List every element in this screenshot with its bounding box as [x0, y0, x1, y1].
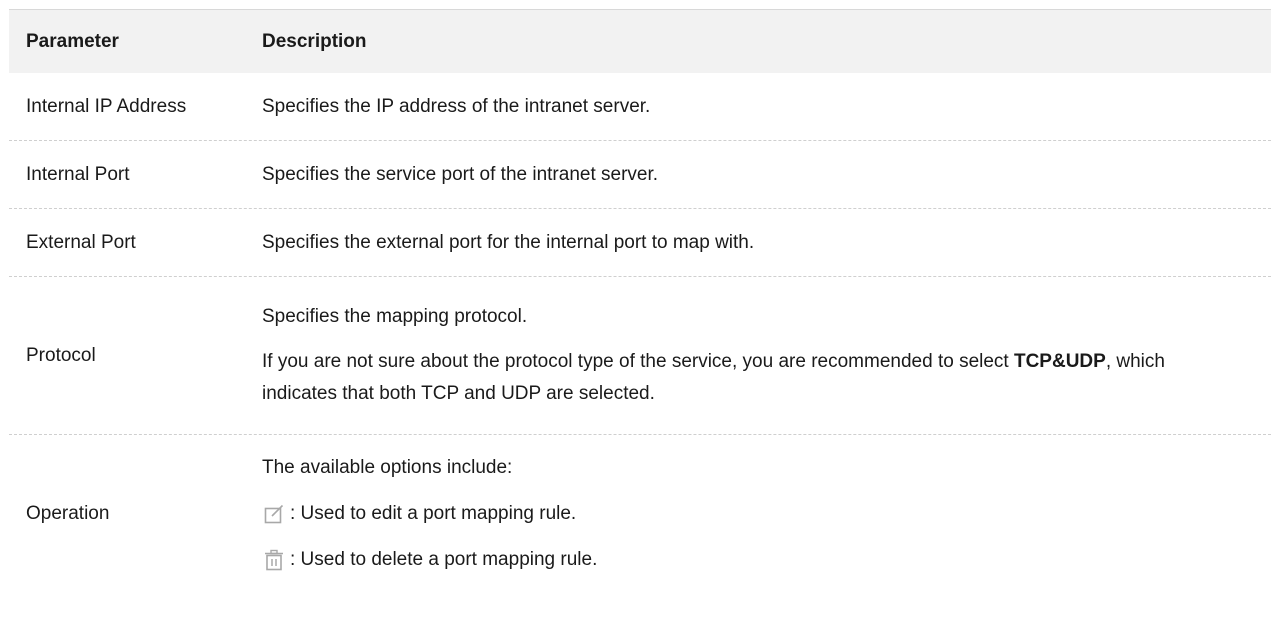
- param-name: Protocol: [26, 344, 96, 366]
- param-name: External Port: [26, 231, 136, 253]
- description-line: The available options include:: [262, 456, 513, 478]
- param-description: Specifies the IP address of the intranet…: [262, 95, 651, 117]
- param-description: Specifies the external port for the inte…: [262, 231, 755, 253]
- table-row: Internal Port Specifies the service port…: [9, 141, 1271, 209]
- param-name: Internal Port: [26, 163, 130, 185]
- param-description: Specifies the service port of the intran…: [262, 163, 659, 185]
- table-row: Internal IP Address Specifies the IP add…: [9, 73, 1271, 141]
- param-name: Internal IP Address: [26, 95, 187, 117]
- description-line: If you are not sure about the protocol t…: [262, 346, 1241, 410]
- option-text: : Used to edit a port mapping rule.: [290, 502, 577, 524]
- param-name: Operation: [26, 502, 110, 524]
- delete-icon: [262, 548, 286, 572]
- option-edit: : Used to edit a port mapping rule.: [262, 498, 1241, 530]
- table-row: Protocol Specifies the mapping protocol.…: [9, 277, 1271, 435]
- param-description: Specifies the mapping protocol. If you a…: [262, 301, 1271, 410]
- option-delete: : Used to delete a port mapping rule.: [262, 544, 1241, 576]
- option-text: : Used to delete a port mapping rule.: [290, 548, 598, 570]
- param-description: The available options include: : Used to…: [262, 452, 1271, 576]
- description-line: Specifies the mapping protocol.: [262, 306, 528, 327]
- header-description: Description: [262, 30, 367, 52]
- table-header-row: Parameter Description: [9, 10, 1271, 73]
- edit-icon: [262, 502, 286, 526]
- protocol-emphasis: TCP&UDP: [1013, 351, 1106, 372]
- parameter-table: Parameter Description Internal IP Addres…: [9, 9, 1271, 592]
- header-parameter: Parameter: [26, 30, 119, 52]
- table-row: Operation The available options include:…: [9, 435, 1271, 592]
- table-row: External Port Specifies the external por…: [9, 209, 1271, 277]
- description-text: If you are not sure about the protocol t…: [262, 351, 1014, 372]
